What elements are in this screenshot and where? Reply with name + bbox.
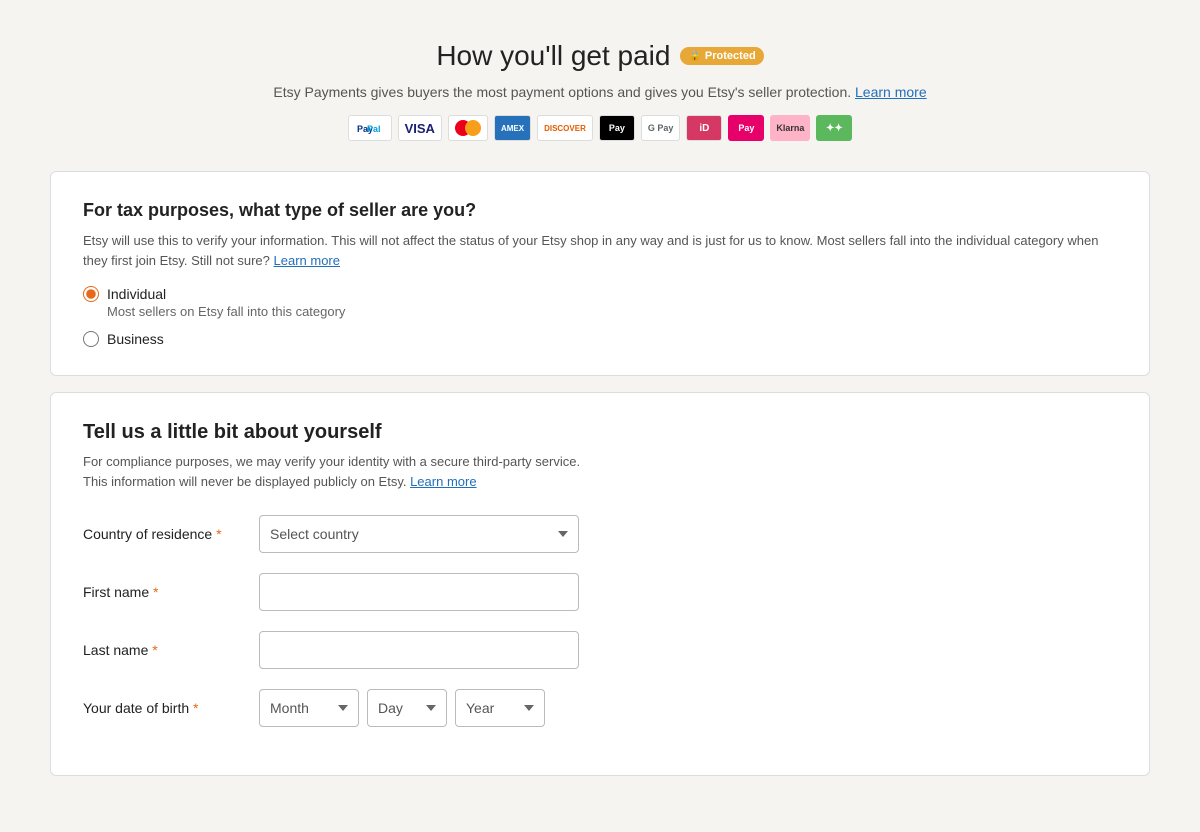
last-name-required-star: * — [152, 642, 157, 658]
about-card: Tell us a little bit about yourself For … — [50, 392, 1150, 776]
country-field: Country of residence * Select country — [83, 515, 1117, 553]
payment-icon-visa: VISA — [398, 115, 442, 141]
tax-learn-more-link[interactable]: Learn more — [274, 253, 340, 268]
dob-label: Your date of birth * — [83, 700, 243, 716]
country-select[interactable]: Select country — [259, 515, 579, 553]
month-select[interactable]: Month JanuaryFebruaryMarch AprilMayJune … — [259, 689, 359, 727]
page-title: How you'll get paid — [436, 40, 670, 72]
header-learn-more-link[interactable]: Learn more — [855, 84, 927, 100]
individual-option: Individual Most sellers on Etsy fall int… — [83, 286, 1117, 319]
page-container: How you'll get paid 🔒 Protected Etsy Pay… — [50, 40, 1150, 792]
individual-sublabel: Most sellers on Etsy fall into this cate… — [107, 304, 1117, 319]
first-name-input[interactable] — [259, 573, 579, 611]
lock-icon: 🔒 — [688, 51, 700, 62]
date-fields-group: Month JanuaryFebruaryMarch AprilMayJune … — [259, 689, 545, 727]
header-description: Etsy Payments gives buyers the most paym… — [50, 82, 1150, 103]
payment-icon-googlepay: G Pay — [641, 115, 681, 141]
country-required-star: * — [216, 526, 221, 542]
payment-icon-klarna: Klarna — [770, 115, 810, 141]
payment-icons-row: PayPal VISA AMEX DISCOVER Pay G Pay iD P — [50, 115, 1150, 141]
about-card-title: Tell us a little bit about yourself — [83, 421, 1117, 444]
first-name-required-star: * — [153, 584, 158, 600]
payment-icon-mastercard — [448, 115, 488, 141]
tax-card-title: For tax purposes, what type of seller ar… — [83, 200, 1117, 221]
payment-icon-green: ✦✦ — [816, 115, 852, 141]
individual-label: Individual — [107, 286, 166, 302]
about-card-desc: For compliance purposes, we may verify y… — [83, 452, 1117, 491]
about-learn-more-link[interactable]: Learn more — [410, 474, 476, 489]
payment-icon-paypal: PayPal — [348, 115, 392, 141]
last-name-field: Last name * — [83, 631, 1117, 669]
business-label: Business — [107, 331, 164, 347]
last-name-input[interactable] — [259, 631, 579, 669]
dob-required-star: * — [193, 700, 198, 716]
header-title-row: How you'll get paid 🔒 Protected — [50, 40, 1150, 72]
payment-icon-discover: DISCOVER — [537, 115, 593, 141]
last-name-label: Last name * — [83, 642, 243, 658]
first-name-label: First name * — [83, 584, 243, 600]
business-radio-label[interactable]: Business — [83, 331, 1117, 347]
dob-field: Your date of birth * Month JanuaryFebrua… — [83, 689, 1117, 727]
payment-icon-sofort: Pay — [728, 115, 764, 141]
year-select[interactable]: Year — [455, 689, 545, 727]
payment-icon-ideal: iD — [686, 115, 722, 141]
seller-type-radio-group: Individual Most sellers on Etsy fall int… — [83, 286, 1117, 347]
header-section: How you'll get paid 🔒 Protected Etsy Pay… — [50, 40, 1150, 141]
business-option: Business — [83, 331, 1117, 347]
svg-text:Pal: Pal — [367, 124, 381, 134]
individual-radio-label[interactable]: Individual — [83, 286, 1117, 302]
day-select[interactable]: Day — [367, 689, 447, 727]
tax-card-desc: Etsy will use this to verify your inform… — [83, 231, 1117, 270]
first-name-field: First name * — [83, 573, 1117, 611]
business-radio[interactable] — [83, 331, 99, 347]
individual-radio[interactable] — [83, 286, 99, 302]
tax-card: For tax purposes, what type of seller ar… — [50, 171, 1150, 376]
payment-icon-applepay: Pay — [599, 115, 635, 141]
country-label: Country of residence * — [83, 526, 243, 542]
protected-badge: 🔒 Protected — [680, 47, 763, 65]
payment-icon-amex: AMEX — [494, 115, 531, 141]
